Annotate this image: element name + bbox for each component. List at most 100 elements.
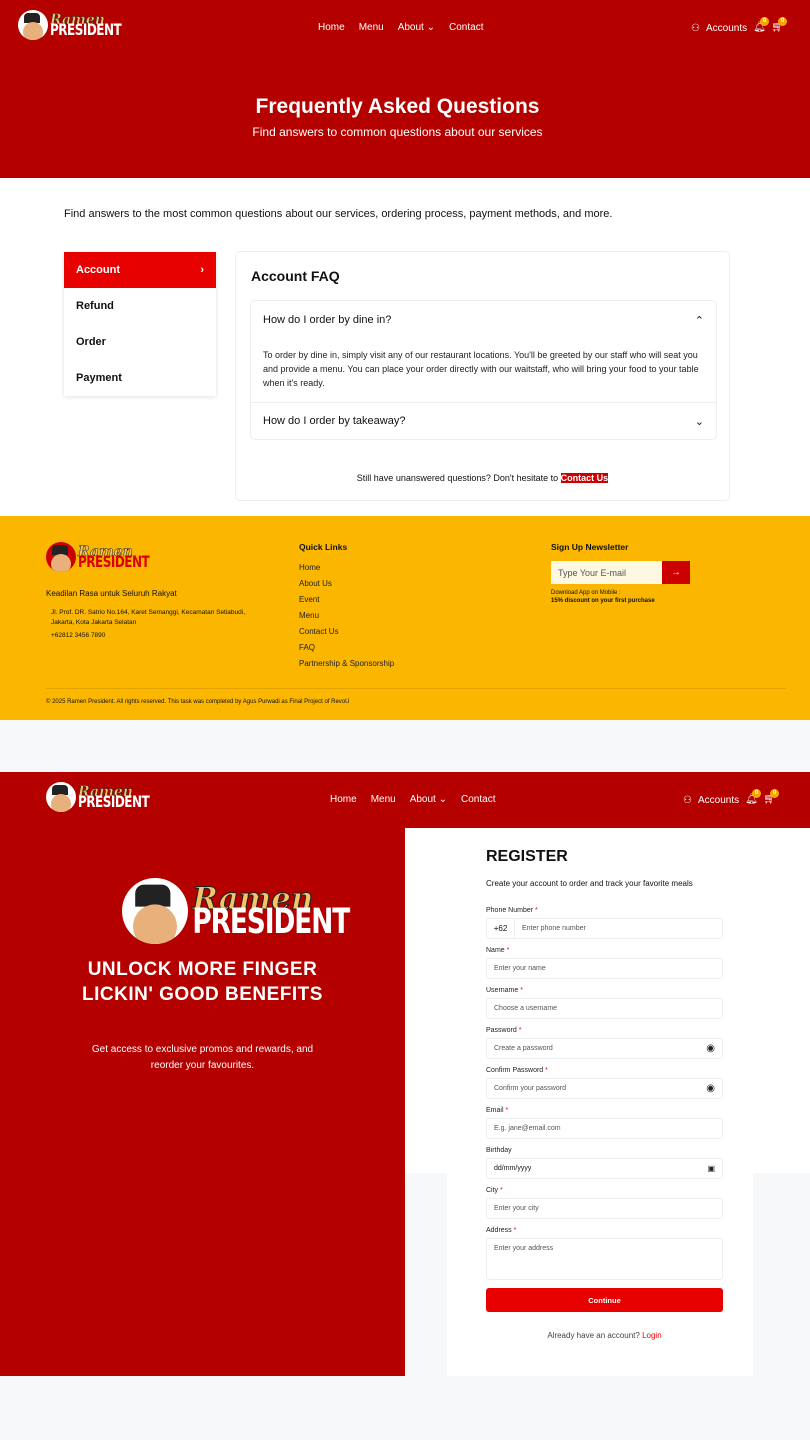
- notif-badge: 0: [752, 789, 762, 798]
- brand-logo[interactable]: Ramen PRESIDENT: [46, 782, 150, 812]
- newsletter-email-input[interactable]: Type Your E-mail: [551, 561, 662, 584]
- birthday-field[interactable]: dd/mm/yyyy ▣: [486, 1158, 723, 1179]
- category-order[interactable]: Order: [64, 324, 216, 360]
- label-text: Name: [486, 947, 505, 954]
- logo-text: PRESIDENT: [78, 552, 150, 571]
- required-mark: *: [505, 1107, 509, 1114]
- footer-link-faq[interactable]: FAQ: [299, 643, 394, 652]
- category-label: Refund: [76, 300, 114, 312]
- required-mark: *: [518, 1027, 522, 1034]
- user-icon: ⚇: [691, 22, 700, 34]
- label-text: Phone Number: [486, 907, 534, 914]
- copyright: © 2025 Ramen President. All rights reser…: [46, 699, 350, 705]
- confirm-password-label: Confirm Password *: [486, 1067, 723, 1074]
- register-title: REGISTER: [486, 848, 568, 865]
- eye-icon[interactable]: ◉: [706, 1043, 715, 1054]
- username-field[interactable]: Choose a username: [486, 998, 723, 1019]
- logo-text: PRESIDENT: [50, 20, 122, 39]
- nav-home[interactable]: Home: [330, 794, 357, 805]
- name-field[interactable]: Enter your name: [486, 958, 723, 979]
- register-subtitle: Create your account to order and track y…: [486, 879, 693, 888]
- required-mark: *: [513, 1227, 517, 1234]
- notif-badge: 0: [760, 17, 770, 26]
- nav-contact[interactable]: Contact: [449, 22, 483, 33]
- label-text: Username: [486, 987, 519, 994]
- footer-link-event[interactable]: Event: [299, 595, 394, 604]
- required-mark: *: [520, 987, 523, 994]
- quick-links-title: Quick Links: [299, 542, 348, 552]
- nav-about-label: About: [409, 794, 436, 805]
- continue-button[interactable]: Continue: [486, 1288, 723, 1312]
- city-field[interactable]: Enter your city: [486, 1198, 723, 1219]
- login-link[interactable]: Login: [642, 1331, 662, 1340]
- label-text: Email: [486, 1107, 504, 1114]
- nav-menu[interactable]: Menu: [371, 794, 396, 805]
- footer-link-menu[interactable]: Menu: [299, 611, 394, 620]
- required-mark: *: [500, 1187, 503, 1194]
- category-label: Order: [76, 336, 106, 348]
- category-account[interactable]: Account ›: [64, 252, 216, 288]
- promo-title: UNLOCK MORE FINGER LICKIN' GOOD BENEFITS: [82, 959, 323, 1005]
- placeholder: Enter your address: [494, 1245, 554, 1252]
- email-label: Email *: [486, 1107, 723, 1114]
- brand-logo[interactable]: Ramen PRESIDENT: [18, 10, 122, 40]
- cart-badge: 0: [778, 17, 788, 26]
- navbar: Ramen PRESIDENT Home Menu About ⌄ Contact…: [0, 0, 810, 56]
- footer-logo[interactable]: Ramen PRESIDENT: [46, 542, 150, 572]
- nav-home[interactable]: Home: [318, 22, 345, 33]
- newsletter-submit-button[interactable]: →: [662, 561, 690, 584]
- phone-field[interactable]: +62 Enter phone number: [486, 918, 723, 939]
- footer-link-home[interactable]: Home: [299, 563, 394, 572]
- category-label: Payment: [76, 372, 122, 384]
- accounts-link[interactable]: Accounts: [698, 795, 739, 806]
- footer-phone: +62812 3456 7890: [51, 632, 106, 639]
- password-field[interactable]: Create a password ◉: [486, 1038, 723, 1059]
- user-icon: ⚇: [683, 794, 692, 806]
- placeholder: Enter your city: [494, 1205, 539, 1212]
- cart-icon[interactable]: 🛒︎ 0: [771, 17, 788, 34]
- faq-question[interactable]: How do I order by dine in? ⌃: [251, 301, 716, 339]
- register-form: REGISTER Create your account to order an…: [486, 848, 723, 1340]
- mascot-icon: [122, 878, 188, 944]
- label-text: Password: [486, 1027, 517, 1034]
- label-text: Confirm Password: [486, 1067, 544, 1074]
- chevron-right-icon: ›: [200, 264, 204, 276]
- have-account-text: Already have an account?: [547, 1331, 640, 1340]
- footer-link-partnership[interactable]: Partnership & Sponsorship: [299, 659, 394, 668]
- contact-us-link[interactable]: Contact Us: [560, 473, 609, 483]
- faq-intro: Find answers to the most common question…: [64, 208, 613, 220]
- faq-panel: Account FAQ How do I order by dine in? ⌃ …: [235, 251, 730, 501]
- faq-heading: Account FAQ: [251, 268, 340, 284]
- placeholder: Enter your name: [494, 965, 546, 972]
- cart-icon[interactable]: 🛒︎ 0: [763, 789, 780, 806]
- faq-categories: Account › Refund Order Payment: [64, 252, 216, 396]
- email-field[interactable]: E.g. jane@email.com: [486, 1118, 723, 1139]
- placeholder: Create a password: [494, 1045, 553, 1052]
- footer-link-contact[interactable]: Contact Us: [299, 627, 394, 636]
- promo-text: Get access to exclusive promos and rewar…: [91, 1044, 314, 1071]
- nav-contact[interactable]: Contact: [461, 794, 495, 805]
- cart-badge: 0: [770, 789, 780, 798]
- category-payment[interactable]: Payment: [64, 360, 216, 396]
- bell-icon[interactable]: 🔔︎ 0: [753, 17, 770, 34]
- discount-text: 15% discount on your first purchase: [551, 598, 655, 604]
- category-refund[interactable]: Refund: [64, 288, 216, 324]
- footer-tagline: Keadilan Rasa untuk Seluruh Rakyat: [46, 589, 177, 598]
- accounts-link[interactable]: Accounts: [706, 23, 747, 34]
- nav-about[interactable]: About ⌄: [398, 22, 435, 33]
- mascot-icon: [18, 10, 48, 40]
- footer-link-about[interactable]: About Us: [299, 579, 394, 588]
- address-field[interactable]: Enter your address: [486, 1238, 723, 1280]
- calendar-icon[interactable]: ▣: [707, 1164, 715, 1173]
- nav-menu[interactable]: Menu: [359, 22, 384, 33]
- eye-icon[interactable]: ◉: [706, 1083, 715, 1094]
- faq-question[interactable]: How do I order by takeaway? ⌄: [251, 403, 716, 439]
- page-subtitle: Find answers to common questions about o…: [252, 125, 543, 139]
- bell-icon[interactable]: 🔔︎ 0: [745, 789, 762, 806]
- still-questions-text: Still have unanswered questions? Don't h…: [356, 473, 559, 483]
- placeholder: Enter phone number: [522, 925, 586, 932]
- confirm-password-field[interactable]: Confirm your password ◉: [486, 1078, 723, 1099]
- city-label: City *: [486, 1187, 723, 1194]
- nav-about[interactable]: About ⌄: [410, 794, 447, 805]
- placeholder: Confirm your password: [494, 1085, 566, 1092]
